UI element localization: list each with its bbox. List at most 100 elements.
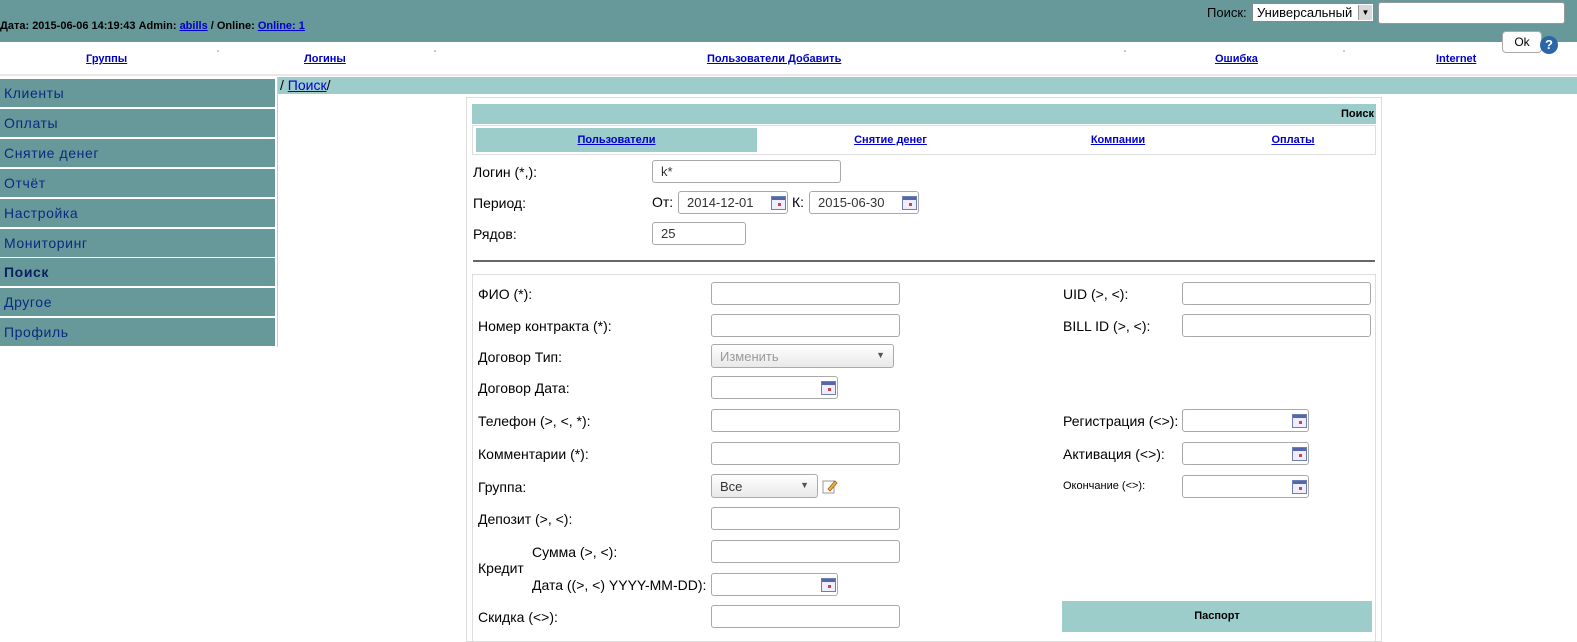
discount-input[interactable]: [711, 605, 900, 628]
credit-date-label: Дата ((>, <) YYYY-MM-DD):: [532, 577, 707, 593]
admin-link[interactable]: abills: [180, 20, 208, 32]
credit-label: Кредит: [478, 560, 524, 576]
discount-label: Скидка (<>):: [478, 609, 558, 625]
nav-internet[interactable]: Internet: [1436, 53, 1476, 65]
calendar-icon[interactable]: [771, 196, 786, 210]
date-value: 2015-06-06 14:19:43: [32, 20, 136, 32]
search-type-value: Универсальный: [1257, 5, 1353, 20]
top-nav: Группы Логины Пользователи Добавить Ошиб…: [0, 42, 1577, 76]
tab-withdrawals-label[interactable]: Снятие денег: [854, 134, 927, 146]
calendar-icon[interactable]: [902, 196, 917, 210]
search-input[interactable]: [1378, 2, 1565, 24]
sidebar-item-report[interactable]: Отчёт: [0, 169, 275, 197]
login-input[interactable]: k*: [652, 160, 841, 183]
sidebar-item-monitoring[interactable]: Мониторинг: [0, 229, 275, 257]
status-line: Дата: 2015-06-06 14:19:43 Admin: abills …: [0, 20, 305, 32]
breadcrumb-prefix: /: [280, 77, 284, 93]
contract-date-input[interactable]: [711, 376, 838, 399]
chevron-down-icon: ▼: [800, 480, 809, 490]
online-link[interactable]: Online: 1: [258, 20, 305, 32]
contract-input[interactable]: [711, 314, 900, 337]
expire-label: Окончание (<>):: [1063, 480, 1146, 492]
nav-separator: [1124, 50, 1126, 52]
tab-payments-label[interactable]: Оплаты: [1271, 134, 1314, 146]
nav-separator: [217, 50, 219, 52]
sidebar-item-profile[interactable]: Профиль: [0, 318, 275, 346]
sidebar: Клиенты Оплаты Снятие денег Отчёт Настро…: [0, 77, 278, 347]
search-type-select[interactable]: Универсальный ▼: [1252, 3, 1374, 22]
to-label: К:: [792, 194, 805, 210]
nav-logins[interactable]: Логины: [304, 53, 346, 65]
chevron-down-icon: ▼: [876, 350, 885, 360]
uid-label: UID (>, <):: [1063, 286, 1129, 302]
expire-input[interactable]: [1182, 475, 1309, 498]
credit-sum-label: Сумма (>, <):: [532, 544, 618, 560]
comments-label: Комментарии (*):: [478, 446, 589, 462]
contract-label: Номер контракта (*):: [478, 318, 612, 334]
panel-title: Поиск: [472, 104, 1376, 124]
rows-label: Рядов:: [473, 226, 517, 242]
registration-input[interactable]: [1182, 409, 1309, 432]
sidebar-item-withdrawals[interactable]: Снятие денег: [0, 139, 275, 167]
nav-separator: [1343, 50, 1345, 52]
date-label: Дата:: [0, 20, 30, 32]
date-from-value: 2014-12-01: [687, 195, 754, 210]
chevron-down-icon: ▼: [1358, 5, 1372, 20]
bill-id-label: BILL ID (>, <):: [1063, 318, 1151, 334]
calendar-icon[interactable]: [821, 578, 836, 592]
sidebar-item-payments[interactable]: Оплаты: [0, 109, 275, 137]
registration-label: Регистрация (<>):: [1063, 413, 1179, 429]
calendar-icon[interactable]: [1292, 414, 1307, 428]
comments-input[interactable]: [711, 442, 900, 465]
calendar-icon[interactable]: [1292, 480, 1307, 494]
tab-payments[interactable]: Оплаты: [1233, 128, 1353, 152]
passport-section-header[interactable]: Паспорт: [1062, 601, 1372, 632]
admin-label: Admin:: [138, 20, 177, 32]
contract-type-select[interactable]: Изменить ▼: [711, 344, 894, 368]
calendar-icon[interactable]: [821, 381, 836, 395]
nav-groups[interactable]: Группы: [86, 53, 127, 65]
search-tabs: Пользователи Снятие денег Компании Оплат…: [472, 125, 1376, 155]
deposit-input[interactable]: [711, 507, 900, 530]
date-to-value: 2015-06-30: [818, 195, 885, 210]
credit-date-input[interactable]: [711, 573, 838, 596]
edit-icon[interactable]: [822, 478, 838, 494]
tab-users-label[interactable]: Пользователи: [577, 134, 655, 146]
tab-companies-label[interactable]: Компании: [1091, 134, 1145, 146]
sidebar-item-settings[interactable]: Настройка: [0, 199, 275, 227]
contract-type-label: Договор Тип:: [478, 349, 562, 365]
uid-input[interactable]: [1182, 282, 1371, 305]
group-label: Группа:: [478, 479, 527, 495]
contract-type-value: Изменить: [720, 349, 779, 364]
search-label: Поиск:: [1207, 5, 1247, 20]
online-separator: / Online:: [210, 20, 255, 32]
login-label: Логин (*,):: [473, 164, 538, 180]
bill-id-input[interactable]: [1182, 314, 1371, 337]
nav-error[interactable]: Ошибка: [1215, 53, 1258, 65]
phone-label: Телефон (>, <, *):: [478, 413, 591, 429]
sidebar-item-clients[interactable]: Клиенты: [0, 79, 275, 107]
rows-input[interactable]: 25: [652, 222, 746, 245]
group-select[interactable]: Все ▼: [711, 474, 818, 498]
tab-withdrawals[interactable]: Снятие денег: [803, 128, 978, 152]
credit-sum-input[interactable]: [711, 540, 900, 563]
tab-companies[interactable]: Компании: [1048, 128, 1188, 152]
fio-input[interactable]: [711, 282, 900, 305]
sidebar-item-search[interactable]: Поиск: [0, 258, 275, 286]
nav-add-user[interactable]: Пользователи Добавить: [707, 53, 841, 65]
fio-label: ФИО (*):: [478, 286, 533, 302]
contract-date-label: Договор Дата:: [478, 380, 570, 396]
breadcrumb-suffix: /: [326, 77, 331, 93]
breadcrumb-search-link[interactable]: Поиск: [288, 77, 327, 93]
activation-label: Активация (<>):: [1063, 446, 1165, 462]
breadcrumb: / Поиск/: [278, 77, 1577, 94]
activation-input[interactable]: [1182, 442, 1309, 465]
sidebar-item-other[interactable]: Другое: [0, 288, 275, 316]
tab-users[interactable]: Пользователи: [476, 128, 757, 152]
group-value: Все: [720, 479, 743, 494]
form-divider: [473, 260, 1375, 262]
calendar-icon[interactable]: [1292, 447, 1307, 461]
deposit-label: Депозит (>, <):: [478, 511, 573, 527]
phone-input[interactable]: [711, 409, 900, 432]
from-label: От:: [652, 194, 674, 210]
